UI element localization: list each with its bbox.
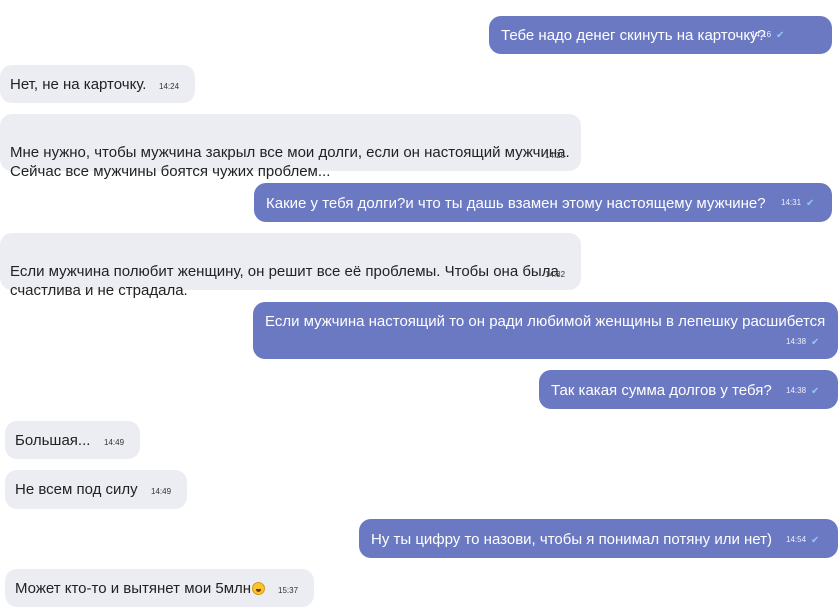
- read-check-icon: ✔: [776, 30, 785, 41]
- time-label: 14:38: [786, 337, 807, 346]
- message-text: Мне нужно, чтобы мужчина закрыл все мои …: [10, 144, 570, 180]
- message-text: Если мужчина полюбит женщину, он решит в…: [10, 263, 559, 299]
- message-bubble-incoming[interactable]: Может кто-то и вытянет мои 5млн 15:37: [5, 569, 314, 607]
- message-time: 15:37: [278, 586, 299, 595]
- message-bubble-incoming[interactable]: Нет, не на карточку. 14:24: [0, 65, 195, 103]
- message-bubble-incoming[interactable]: Не всем под силу 14:49: [5, 470, 187, 509]
- read-check-icon: ✔: [806, 198, 815, 209]
- message-time: 14:38 ✔: [786, 337, 819, 348]
- time-label: 14:16: [751, 30, 772, 39]
- time-label: 14:31: [781, 198, 802, 207]
- message-text: Большая...: [15, 432, 91, 449]
- read-check-icon: ✔: [811, 337, 820, 348]
- message-bubble-incoming[interactable]: Если мужчина полюбит женщину, он решит в…: [0, 233, 581, 299]
- message-time: 14:31 ✔: [781, 198, 814, 209]
- message-text: Какие у тебя долги?и что ты дашь взамен …: [266, 195, 766, 212]
- time-label: 14:38: [786, 386, 807, 395]
- message-text: Не всем под силу: [15, 481, 138, 498]
- message-text: Так какая сумма долгов у тебя?: [551, 382, 772, 399]
- message-text: Нет, не на карточку.: [10, 76, 147, 93]
- message-bubble-outgoing[interactable]: Так какая сумма долгов у тебя? 14:38 ✔: [539, 370, 838, 409]
- message-bubble-outgoing[interactable]: Если мужчина настоящий то он ради любимо…: [253, 302, 838, 359]
- message-bubble-outgoing[interactable]: Ну ты цифру то назови, чтобы я понимал п…: [359, 519, 838, 558]
- message-bubble-incoming[interactable]: Мне нужно, чтобы мужчина закрыл все мои …: [0, 114, 581, 180]
- message-time: 14:25: [545, 151, 566, 160]
- message-time: 14:49: [151, 487, 172, 496]
- message-time: 14:38 ✔: [786, 386, 819, 397]
- rofl-face-emoji-icon: [252, 582, 266, 595]
- message-text: Может кто-то и вытянет мои 5млн: [15, 580, 252, 597]
- message-bubble-incoming[interactable]: Большая... 14:49: [5, 421, 140, 459]
- read-check-icon: ✔: [811, 386, 820, 397]
- message-text: Тебе надо денег скинуть на карточку?: [501, 27, 766, 44]
- message-text: Ну ты цифру то назови, чтобы я понимал п…: [371, 531, 773, 548]
- time-label: 14:54: [786, 535, 807, 544]
- message-bubble-outgoing[interactable]: Какие у тебя долги?и что ты дашь взамен …: [254, 183, 832, 222]
- message-time: 14:16 ✔: [751, 30, 784, 41]
- message-time: 14:24: [159, 82, 180, 91]
- message-time: 14:49: [104, 438, 125, 447]
- message-bubble-outgoing[interactable]: Тебе надо денег скинуть на карточку? 14:…: [489, 16, 832, 54]
- read-check-icon: ✔: [811, 535, 820, 546]
- message-text: Если мужчина настоящий то он ради любимо…: [265, 313, 826, 330]
- message-time: 14:32: [545, 270, 566, 279]
- message-time: 14:54 ✔: [786, 535, 819, 546]
- chat-history: Тебе надо денег скинуть на карточку? 14:…: [0, 0, 838, 614]
